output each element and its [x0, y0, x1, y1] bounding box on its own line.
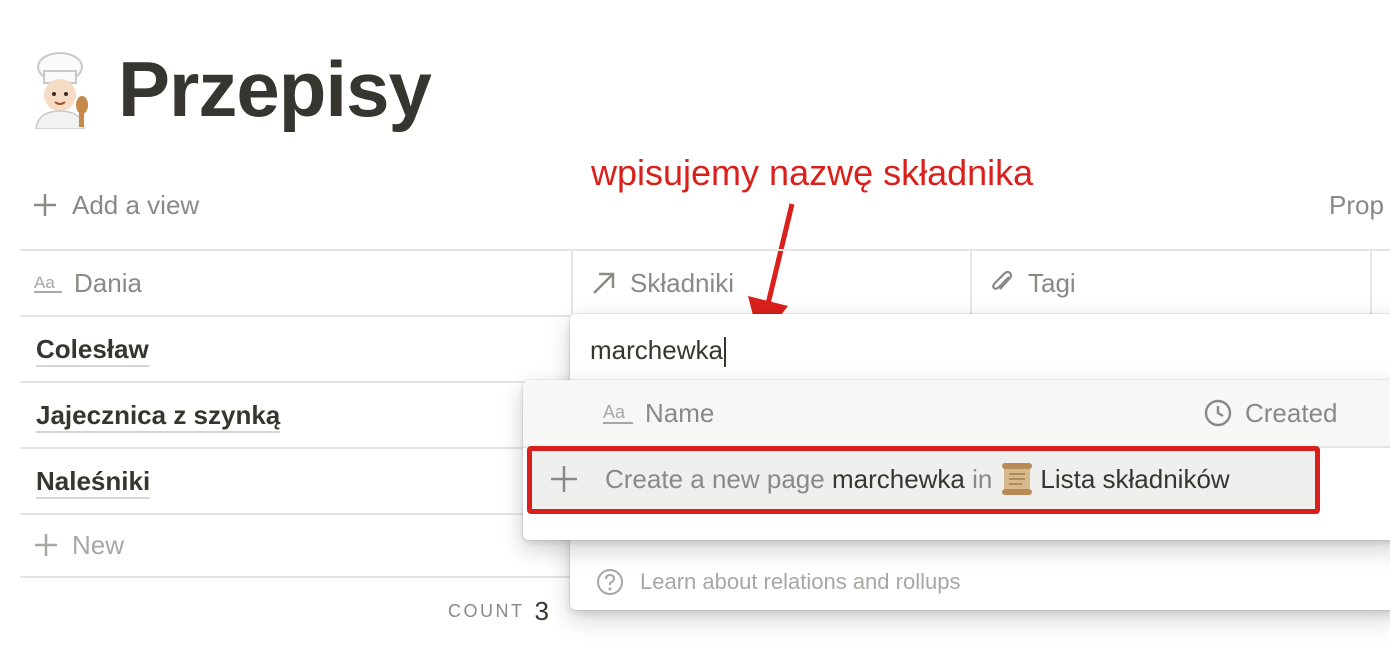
column-divider — [571, 250, 573, 314]
column-header-tagi[interactable]: Tagi — [988, 252, 1076, 314]
table-row[interactable]: Jajecznica z szynką — [36, 398, 281, 433]
table-row[interactable]: Naleśniki — [36, 464, 151, 499]
row-border — [20, 513, 570, 515]
page-header: Przepisy — [28, 44, 432, 134]
add-view-label: Add a view — [72, 189, 200, 220]
properties-button[interactable]: Prop — [1329, 188, 1384, 222]
row-title[interactable]: Jajecznica z szynką — [36, 400, 281, 433]
relation-arrow-icon — [590, 269, 618, 297]
clock-icon — [1203, 398, 1233, 428]
page-title: Przepisy — [118, 44, 432, 133]
new-row-button[interactable]: New — [34, 528, 124, 562]
text-caret — [723, 337, 726, 368]
table-top-border — [20, 249, 1390, 251]
search-value: marchewka — [590, 335, 723, 365]
plus-icon — [35, 534, 57, 556]
row-border — [20, 447, 570, 449]
row-border — [20, 381, 570, 383]
svg-text:Aa: Aa — [603, 402, 626, 422]
new-row-label: New — [72, 529, 125, 560]
dropdown-column-label: Created — [1245, 397, 1338, 428]
add-view-button[interactable]: Add a view — [32, 188, 199, 222]
text-aa-icon: Aa — [34, 269, 62, 297]
help-link-label: Learn about relations and rollups — [640, 569, 961, 594]
paperclip-icon — [988, 269, 1016, 297]
column-header-skladniki[interactable]: Składniki — [590, 252, 734, 314]
annotation-highlight-box — [527, 446, 1320, 514]
chef-emoji-icon[interactable] — [28, 49, 92, 130]
count-summary[interactable]: COUNT 3 — [448, 594, 549, 628]
row-title[interactable]: Colesław — [36, 334, 149, 367]
count-value: 3 — [534, 595, 549, 626]
svg-text:Aa: Aa — [34, 273, 55, 292]
row-title[interactable]: Naleśniki — [36, 466, 151, 499]
table-bottom-border — [20, 576, 570, 578]
dropdown-column-name: Aa Name — [603, 396, 714, 430]
column-divider — [970, 250, 972, 314]
help-icon — [597, 569, 623, 595]
column-header-label: Dania — [74, 267, 142, 298]
help-link[interactable]: Learn about relations and rollups — [596, 568, 960, 596]
column-header-label: Tagi — [1028, 267, 1076, 298]
text-aa-icon: Aa — [603, 398, 633, 428]
annotation-label: wpisujemy nazwę składnika — [591, 152, 1034, 193]
table-row[interactable]: Colesław — [36, 332, 149, 367]
column-divider — [1370, 250, 1372, 314]
column-header-label: Składniki — [630, 267, 735, 298]
column-header-dania[interactable]: Aa Dania — [34, 252, 142, 314]
plus-icon — [34, 194, 56, 216]
dropdown-column-label: Name — [645, 397, 715, 428]
relation-search-input[interactable]: marchewka — [590, 332, 726, 368]
header-bottom-border — [20, 315, 570, 317]
dropdown-column-created: Created — [1203, 396, 1338, 430]
count-label: COUNT — [448, 600, 525, 621]
